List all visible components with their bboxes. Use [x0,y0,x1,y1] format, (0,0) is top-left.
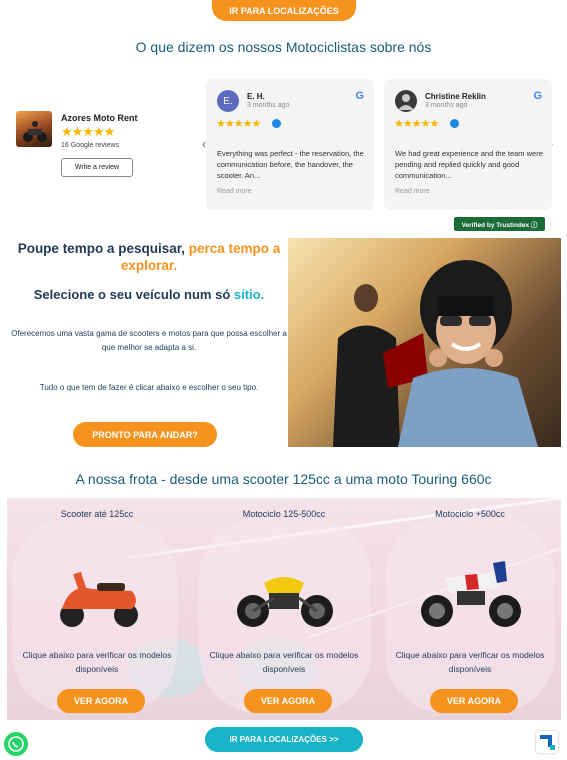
motorcycle-touring-image [421,561,521,627]
promo-subtitle: Selecione o seu veículo num só sítio. [14,287,284,302]
go-to-locations-top-button[interactable]: IR PARA LOCALIZAÇÕES [212,0,356,21]
review-date: 3 months ago [425,102,468,109]
review-read-more-link[interactable]: Read more [217,188,252,195]
promo-title-part1: Poupe tempo a pesquisar, [17,241,185,256]
scroll-to-top-icon[interactable] [536,731,558,753]
promo-paragraph: Oferecemos uma vasta gama de scooters e … [11,329,287,352]
verified-by-trustindex-badge[interactable]: Verified by Trustindex ⓘ [454,217,545,231]
google-reviews-count: 16 Google reviews [61,142,119,149]
reviewer-name: Christine Reklin [425,92,486,101]
promo-paragraph: Tudo o que tem de fazer é clicar abaixo … [39,383,259,392]
go-to-locations-bottom-button[interactable]: IR PARA LOCALIZAÇÕES >> [205,727,363,752]
whatsapp-icon[interactable] [4,732,28,756]
verified-badge-icon [450,119,459,128]
reviewer-avatar [395,90,417,112]
review-stars: ★★★★★ [216,118,261,130]
google-icon: G [533,90,542,102]
business-logo [16,111,52,147]
write-review-button[interactable]: Write a review [61,158,133,177]
promo-subtitle-part1: Selecione o seu veículo num só [33,287,231,302]
google-icon: G [355,90,364,102]
reviewer-avatar: E. [217,90,239,112]
hero-photo-rider [288,238,561,447]
review-date: 3 months ago [247,102,290,109]
fleet-card-description: Clique abaixo para verificar os modelos … [395,650,545,674]
verified-badge-icon [272,119,281,128]
fleet-card-title: Motociclo 125-500cc [242,509,326,519]
view-motorcycles-500-plus-button[interactable]: VER AGORA [430,689,518,713]
fleet-card-description: Clique abaixo para verificar os modelos … [22,650,172,674]
view-scooters-button[interactable]: VER AGORA [57,689,145,713]
review-card: Christine Reklin 3 months ago G ★★★★★ We… [384,79,552,210]
review-text: Everything was perfect - the reservation… [217,149,364,180]
promo-title: Poupe tempo a pesquisar, perca tempo a e… [14,240,284,274]
fleet-heading: A nossa frota - desde uma scooter 125cc … [75,471,492,487]
reviews-heading: O que dizem os nossos Motociclistas sobr… [135,39,432,55]
fleet-card-motorcycle-125-500: Motociclo 125-500cc Clique abaixo para v… [199,498,369,720]
review-card: E. E. H. 3 months ago G ★★★★★ Everything… [206,79,374,210]
motorcycle-yellow-image [237,577,333,627]
review-text: We had great experience and the team wer… [395,149,543,180]
review-stars: ★★★★★ [394,118,439,130]
review-read-more-link[interactable]: Read more [395,188,430,195]
fleet-card-description: Clique abaixo para verificar os modelos … [209,650,359,674]
fleet-card-title: Scooter até 125cc [60,509,134,519]
promo-subtitle-accent: sítio. [233,287,265,302]
fleet-card-title: Motociclo +500cc [435,509,505,519]
reviewer-name: E. H. [247,92,265,101]
fleet-card-scooter: Scooter até 125cc Clique abaixo para ver… [12,498,182,720]
fleet-card-motorcycle-500-plus: Motociclo +500cc Clique abaixo para veri… [385,498,555,720]
scooter-image [60,571,138,627]
view-motorcycles-125-500-button[interactable]: VER AGORA [244,689,332,713]
business-name: Azores Moto Rent [61,113,138,123]
business-rating-stars: ★★★★★ [61,124,115,139]
ready-to-ride-button[interactable]: PRONTO PARA ANDAR? [73,422,217,447]
